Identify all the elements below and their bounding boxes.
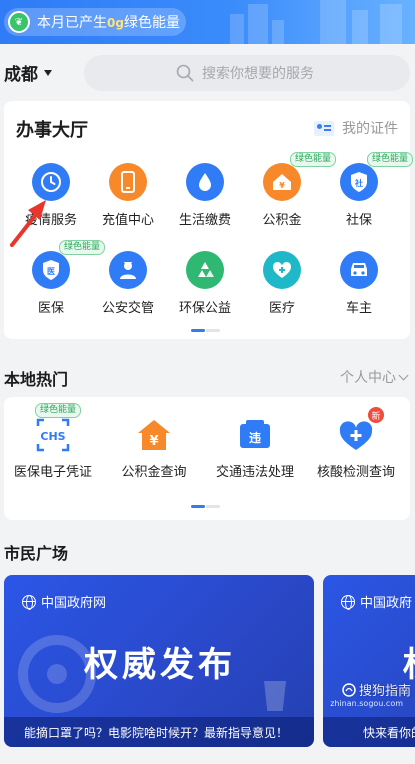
service-utilities[interactable]: 生活缴费 bbox=[166, 163, 244, 228]
page-indicator-active bbox=[191, 505, 205, 508]
local-hot-card: CHS 绿色能量 医保电子凭证 ¥ 公积金查询 违 交通违法处理 新 核酸检测查… bbox=[4, 397, 410, 520]
svg-text:医: 医 bbox=[47, 267, 55, 276]
search-placeholder: 搜索你想要的服务 bbox=[202, 66, 314, 82]
page-indicator bbox=[206, 329, 220, 332]
svg-text:¥: ¥ bbox=[279, 181, 285, 190]
chevron-down-icon bbox=[398, 370, 409, 380]
hot-item-nucleic-test[interactable]: 新 核酸检测查询 bbox=[306, 407, 406, 483]
popcorn-icon bbox=[264, 681, 286, 711]
banner-caption: 快来看你的 bbox=[323, 717, 415, 747]
globe-icon bbox=[22, 594, 36, 610]
building-decoration bbox=[380, 4, 402, 44]
red-arrow-annotation-icon bbox=[10, 200, 46, 247]
green-energy-banner[interactable]: ❦ 本月已产生0g绿色能量 bbox=[0, 0, 415, 44]
car-icon bbox=[340, 251, 378, 289]
watermark-url: zhinan.sogou.com bbox=[330, 699, 403, 708]
id-card-icon bbox=[314, 120, 334, 136]
local-hot-title: 本地热门 bbox=[4, 370, 69, 389]
house-icon: ¥ bbox=[263, 163, 301, 201]
service-environment[interactable]: 环保公益 bbox=[166, 251, 244, 316]
service-hall-card: 办事大厅 我的证件 疫情服务 充值中心 生活缴费 ¥ 公积金 绿色能量 社 社保… bbox=[4, 101, 414, 339]
banner-title: 权 bbox=[403, 637, 415, 686]
green-energy-badge: 绿色能量 bbox=[35, 403, 82, 418]
search-icon bbox=[176, 64, 194, 82]
yuan-house-icon: ¥ bbox=[134, 415, 174, 455]
green-energy-text: 本月已产生0g绿色能量 bbox=[37, 15, 180, 31]
svg-text:违: 违 bbox=[249, 430, 261, 445]
medical-shield-icon: 医 bbox=[32, 251, 70, 289]
gov-source-tag: 中国政府网 bbox=[22, 592, 106, 611]
drop-icon bbox=[186, 163, 224, 201]
personal-center-link[interactable]: 个人中心 bbox=[340, 367, 409, 387]
chs-icon: CHS 绿色能量 bbox=[33, 403, 82, 455]
second-banner[interactable]: 中国政府 权 快来看你的 bbox=[323, 575, 415, 747]
hot-item-medical-ecert[interactable]: CHS 绿色能量 医保电子凭证 bbox=[3, 403, 103, 483]
citizen-square-title: 市民广场 bbox=[4, 544, 69, 563]
sogou-logo-icon bbox=[342, 682, 356, 697]
city-selector[interactable]: 成都 bbox=[4, 60, 52, 85]
leaf-icon: ❦ bbox=[8, 11, 30, 33]
gov-source-tag: 中国政府 bbox=[341, 592, 412, 611]
caret-down-icon bbox=[44, 69, 52, 76]
sogou-watermark: 搜狗指南 bbox=[342, 680, 411, 699]
recycle-icon bbox=[186, 251, 224, 289]
hot-item-traffic-violation[interactable]: 违 交通违法处理 bbox=[205, 415, 305, 483]
service-housing-fund[interactable]: ¥ 公积金 绿色能量 bbox=[243, 152, 337, 228]
building-decoration bbox=[272, 20, 284, 44]
green-energy-badge: 绿色能量 bbox=[367, 152, 414, 167]
page-indicator bbox=[206, 505, 220, 508]
service-medical-insurance[interactable]: 医 医保 绿色能量 bbox=[12, 240, 106, 316]
service-social-security[interactable]: 社 社保 绿色能量 bbox=[320, 152, 414, 228]
building-decoration bbox=[320, 0, 346, 44]
phone-icon bbox=[109, 163, 147, 201]
medical-kit-icon bbox=[263, 251, 301, 289]
globe-icon bbox=[341, 594, 355, 610]
authoritative-release-banner[interactable]: 中国政府网 权威发布 能摘口罩了吗？电影院啥时候开？最新指导意见！ bbox=[4, 575, 314, 747]
banner-caption: 能摘口罩了吗？电影院啥时候开？最新指导意见！ bbox=[4, 717, 314, 747]
svg-text:社: 社 bbox=[354, 178, 363, 188]
violation-icon: 违 bbox=[235, 415, 275, 455]
building-decoration bbox=[248, 4, 268, 44]
my-certificates-link[interactable]: 我的证件 bbox=[314, 118, 398, 138]
new-badge: 新 bbox=[368, 407, 384, 423]
svg-text:¥: ¥ bbox=[149, 434, 158, 449]
service-car-owner[interactable]: 车主 bbox=[320, 251, 398, 316]
medical-plus-icon: 新 bbox=[336, 407, 384, 455]
police-icon bbox=[109, 251, 147, 289]
building-decoration bbox=[230, 14, 244, 44]
city-label: 成都 bbox=[4, 65, 38, 85]
svg-text:CHS: CHS bbox=[40, 430, 65, 443]
service-police-traffic[interactable]: 公安交管 bbox=[89, 251, 167, 316]
service-recharge[interactable]: 充值中心 bbox=[89, 163, 167, 228]
service-healthcare[interactable]: 医疗 bbox=[243, 251, 321, 316]
hall-title: 办事大厅 bbox=[16, 120, 88, 141]
hot-item-housing-fund-query[interactable]: ¥ 公积金查询 bbox=[104, 415, 204, 483]
building-decoration bbox=[352, 10, 368, 44]
green-energy-pill[interactable]: ❦ 本月已产生0g绿色能量 bbox=[4, 8, 186, 36]
search-input[interactable]: 搜索你想要的服务 bbox=[84, 55, 410, 91]
shield-icon: 社 bbox=[340, 163, 378, 201]
page-indicator-active bbox=[191, 329, 205, 332]
banner-title: 权威发布 bbox=[84, 645, 236, 685]
